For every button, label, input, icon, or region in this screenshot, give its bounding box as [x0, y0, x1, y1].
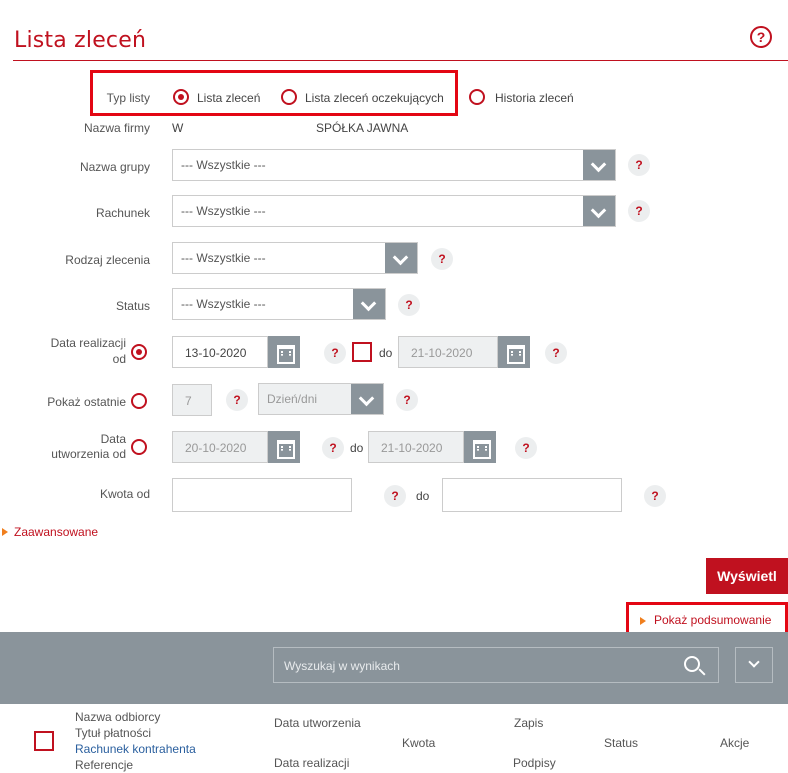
help-icon-data-utworzenia[interactable]: ? [322, 437, 344, 459]
col-data-realizacji[interactable]: Data realizacji [274, 756, 349, 770]
radio-lista-zlecen-label[interactable]: Lista zleceń [197, 91, 260, 105]
rodzaj-zlecenia-label: Rodzaj zlecenia [65, 253, 150, 267]
title-divider [13, 60, 788, 61]
chevron-down-icon[interactable] [353, 289, 385, 319]
data-utworzenia-from-value: 20-10-2020 [185, 441, 247, 455]
help-icon-grupa[interactable]: ? [628, 154, 650, 176]
calendar-icon[interactable] [464, 431, 496, 463]
kwota-to-input[interactable] [442, 478, 622, 512]
data-utworzenia-to-value: 21-10-2020 [381, 441, 443, 455]
data-utworzenia-from-input[interactable]: 20-10-2020 [172, 431, 268, 463]
pokaz-ostatnie-unit-value: Dzień/dni [267, 392, 318, 406]
status-label: Status [115, 299, 150, 313]
advanced-link[interactable]: Zaawansowane [14, 525, 98, 539]
col-rachunek-kontrahenta[interactable]: Rachunek kontrahenta [75, 742, 196, 756]
results-search-input[interactable]: Wyszukaj w wynikach [273, 647, 719, 683]
col-referencje[interactable]: Referencje [75, 758, 133, 772]
help-icon-rachunek[interactable]: ? [628, 200, 650, 222]
data-realizacji-to-value: 21-10-2020 [411, 346, 473, 360]
show-button[interactable]: Wyświetl [706, 558, 788, 594]
chevron-down-icon[interactable] [583, 150, 615, 180]
radio-historia-zlecen-label[interactable]: Historia zleceń [495, 91, 574, 105]
help-icon-kwota-to[interactable]: ? [644, 485, 666, 507]
help-icon-pokaz-ostatnie-unit[interactable]: ? [396, 389, 418, 411]
select-all-checkbox[interactable] [34, 731, 54, 751]
radio-lista-oczekujacych[interactable] [281, 89, 297, 105]
data-utworzenia-label-2: utworzenia od [51, 447, 126, 461]
pokaz-ostatnie-value: 7 [185, 394, 192, 408]
data-realizacji-label-1: Data realizacji [50, 336, 126, 350]
data-utworzenia-to-label: do [350, 441, 364, 455]
data-realizacji-from-input[interactable]: 13-10-2020 [172, 336, 268, 368]
status-select[interactable]: --- Wszystkie --- [172, 288, 386, 320]
search-icon[interactable] [684, 656, 700, 672]
help-icon-status[interactable]: ? [398, 294, 420, 316]
data-realizacji-to-checkbox[interactable] [352, 342, 372, 362]
data-utworzenia-label-1: Data [100, 432, 126, 446]
chevron-down-icon [748, 656, 760, 668]
help-icon-rodzaj[interactable]: ? [431, 248, 453, 270]
calendar-icon[interactable] [268, 431, 300, 463]
radio-historia-zlecen[interactable] [469, 89, 485, 105]
radio-data-utworzenia[interactable] [131, 439, 147, 455]
rodzaj-zlecenia-select[interactable]: --- Wszystkie --- [172, 242, 418, 274]
data-realizacji-from-value: 13-10-2020 [185, 346, 247, 360]
chevron-down-icon[interactable] [385, 243, 417, 273]
nazwa-grupy-select[interactable]: --- Wszystkie --- [172, 149, 616, 181]
radio-lista-zlecen[interactable] [173, 89, 189, 105]
nazwa-firmy-suffix: SPÓŁKA JAWNA [316, 121, 409, 135]
nazwa-firmy-prefix: W [172, 121, 184, 135]
pokaz-ostatnie-label: Pokaż ostatnie [47, 395, 126, 409]
chevron-down-icon[interactable] [351, 384, 383, 414]
col-kwota[interactable]: Kwota [402, 736, 435, 750]
kwota-to-label: do [416, 489, 430, 503]
radio-pokaz-ostatnie[interactable] [131, 393, 147, 409]
kwota-label: Kwota od [99, 487, 150, 501]
calendar-icon[interactable] [498, 336, 530, 368]
help-icon[interactable]: ? [750, 26, 772, 48]
col-status[interactable]: Status [604, 736, 638, 750]
radio-data-realizacji[interactable] [131, 344, 147, 360]
typ-listy-label: Typ listy [106, 91, 150, 105]
page-title: Lista zleceń [14, 28, 147, 53]
results-expand-button[interactable] [735, 647, 773, 683]
data-realizacji-to-input[interactable]: 21-10-2020 [398, 336, 498, 368]
expand-arrow-icon[interactable] [2, 528, 8, 536]
data-utworzenia-to-input[interactable]: 21-10-2020 [368, 431, 464, 463]
nazwa-grupy-label: Nazwa grupy [79, 160, 150, 174]
radio-lista-oczekujacych-label[interactable]: Lista zleceń oczekujących [305, 91, 444, 105]
expand-arrow-icon[interactable] [640, 617, 646, 625]
help-icon-pokaz-ostatnie[interactable]: ? [226, 389, 248, 411]
help-icon-data-utworzenia-to[interactable]: ? [515, 437, 537, 459]
pokaz-ostatnie-unit-select[interactable]: Dzień/dni [258, 383, 384, 415]
col-zapis[interactable]: Zapis [514, 716, 543, 730]
pokaz-ostatnie-input[interactable]: 7 [172, 384, 212, 416]
nazwa-grupy-value: --- Wszystkie --- [181, 158, 266, 172]
col-akcje: Akcje [720, 736, 750, 750]
help-icon-data-realizacji[interactable]: ? [324, 342, 346, 364]
search-placeholder: Wyszukaj w wynikach [284, 659, 400, 673]
chevron-down-icon[interactable] [583, 196, 615, 226]
col-nazwa-odbiorcy[interactable]: Nazwa odbiorcy [75, 710, 160, 724]
help-icon-kwota[interactable]: ? [384, 485, 406, 507]
col-data-utworzenia[interactable]: Data utworzenia [274, 716, 361, 730]
show-summary-link[interactable]: Pokaż podsumowanie [654, 613, 771, 627]
rodzaj-zlecenia-value: --- Wszystkie --- [181, 251, 266, 265]
data-realizacji-to-label: do [379, 346, 393, 360]
col-tytul-platnosci[interactable]: Tytuł płatności [75, 726, 151, 740]
rachunek-select[interactable]: --- Wszystkie --- [172, 195, 616, 227]
calendar-icon[interactable] [268, 336, 300, 368]
rachunek-value: --- Wszystkie --- [181, 204, 266, 218]
data-realizacji-label-2: od [112, 352, 126, 366]
kwota-from-input[interactable] [172, 478, 352, 512]
col-podpisy[interactable]: Podpisy [513, 756, 556, 770]
status-value: --- Wszystkie --- [181, 297, 266, 311]
rachunek-label: Rachunek [95, 206, 150, 220]
nazwa-firmy-label: Nazwa firmy [83, 121, 150, 135]
help-icon-data-realizacji-to[interactable]: ? [545, 342, 567, 364]
